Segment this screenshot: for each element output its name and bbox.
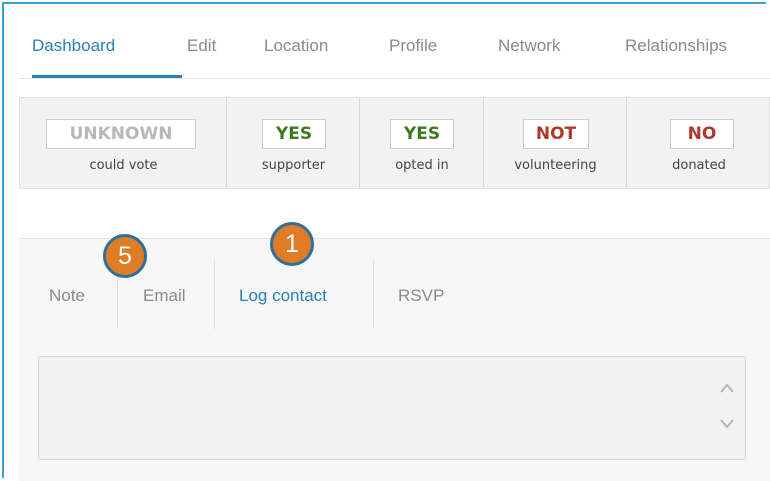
tab-profile[interactable]: Profile — [389, 36, 437, 56]
activity-tab-note[interactable]: Note — [49, 286, 85, 306]
status-summary: UNKNOWN could vote YES supporter YES opt… — [19, 97, 770, 189]
could-vote-label: could vote — [89, 158, 158, 173]
chevron-up-icon[interactable] — [719, 381, 735, 395]
tab-divider — [373, 259, 374, 329]
status-cell-supporter: YES supporter — [227, 98, 360, 188]
activity-textarea[interactable] — [38, 356, 746, 460]
tab-dashboard[interactable]: Dashboard — [32, 36, 115, 56]
status-cell-donated: NO donated — [627, 98, 770, 188]
status-cell-could-vote: UNKNOWN could vote — [20, 98, 227, 188]
donated-label: donated — [672, 158, 726, 173]
chevron-down-icon[interactable] — [719, 417, 735, 431]
supporter-label: supporter — [261, 158, 326, 173]
activity-tab-rsvp[interactable]: RSVP — [398, 286, 444, 306]
activity-tab-email[interactable]: Email — [143, 286, 186, 306]
activity-tab-log-contact[interactable]: Log contact — [239, 286, 327, 306]
volunteering-label: volunteering — [514, 158, 597, 173]
status-cell-volunteering: NOT volunteering — [484, 98, 627, 188]
opted-in-badge[interactable]: YES — [390, 119, 454, 149]
tab-edit[interactable]: Edit — [187, 36, 216, 56]
donated-badge[interactable]: NO — [670, 119, 734, 149]
tab-divider — [214, 259, 215, 329]
tab-relationships[interactable]: Relationships — [625, 36, 727, 56]
status-cell-opted-in: YES opted in — [360, 98, 484, 188]
profile-tabs: Dashboard Edit Location Profile Network … — [19, 28, 770, 79]
tab-network[interactable]: Network — [498, 36, 560, 56]
callout-badge-5: 5 — [103, 234, 147, 278]
volunteering-badge[interactable]: NOT — [523, 119, 589, 149]
active-tab-indicator — [32, 75, 182, 78]
tab-location[interactable]: Location — [264, 36, 328, 56]
could-vote-badge[interactable]: UNKNOWN — [46, 119, 196, 149]
callout-badge-1: 1 — [270, 222, 314, 266]
supporter-badge[interactable]: YES — [262, 119, 326, 149]
opted-in-label: opted in — [395, 158, 449, 173]
